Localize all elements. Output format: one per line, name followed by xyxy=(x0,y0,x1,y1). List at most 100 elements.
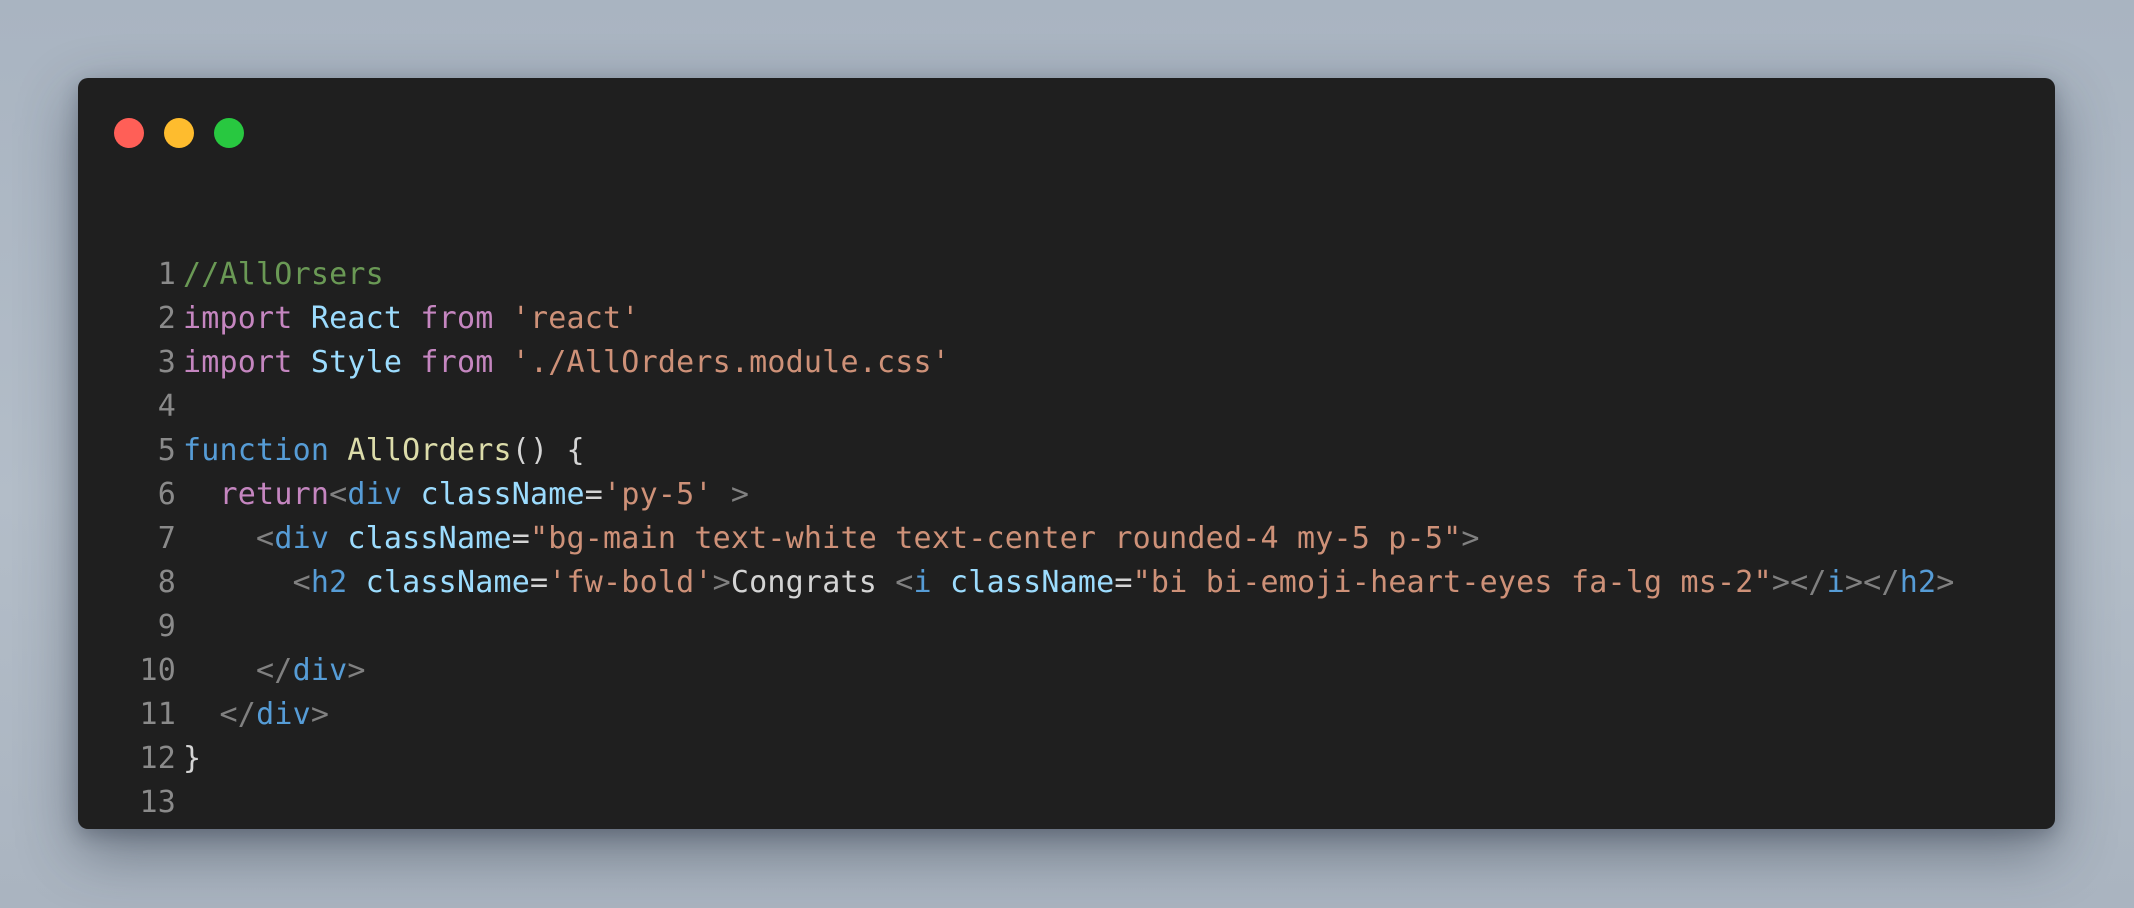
close-circle-icon[interactable] xyxy=(114,118,144,148)
code-line: 8 <h2 className='fw-bold'>Congrats <i cl… xyxy=(78,561,2055,605)
code-line: 1//AllOrsers xyxy=(78,253,2055,297)
line-number: 6 xyxy=(157,477,176,512)
code-token: from xyxy=(420,301,494,336)
code-token: './AllOrders.module.css' xyxy=(511,345,951,380)
code-token: h2 xyxy=(310,565,348,600)
code-token: () xyxy=(511,433,549,468)
code-token: </ xyxy=(256,653,293,688)
line-number: 12 xyxy=(139,741,176,776)
code-token: = xyxy=(511,521,530,556)
code-token: = xyxy=(1114,565,1133,600)
line-number: 9 xyxy=(157,609,176,644)
code-line: 11 </div> xyxy=(78,693,2055,737)
code-token: 'fw-bold' xyxy=(548,565,713,600)
code-token: > xyxy=(712,565,731,600)
code-token: "bi bi-emoji-heart-eyes fa-lg ms-2" xyxy=(1132,565,1772,600)
line-content: </div> xyxy=(183,693,329,737)
line-content: import React from 'react' xyxy=(183,297,640,341)
code-token: className xyxy=(365,565,530,600)
code-token: div xyxy=(274,521,330,556)
code-token: import xyxy=(183,301,293,336)
code-token: AllOrders xyxy=(347,433,512,468)
code-line: 12} xyxy=(78,737,2055,781)
window-controls xyxy=(114,118,244,148)
code-token: = xyxy=(584,477,604,512)
line-number: 8 xyxy=(157,565,176,600)
code-token: Congrats xyxy=(730,565,896,600)
code-line: 7 <div className="bg-main text-white tex… xyxy=(78,517,2055,561)
code-token: > xyxy=(347,653,366,688)
code-token: i xyxy=(1826,565,1845,600)
zoom-circle-icon[interactable] xyxy=(214,118,244,148)
line-number: 5 xyxy=(157,433,176,468)
code-token: //AllOrsers xyxy=(183,257,384,292)
code-line: 4 xyxy=(78,385,2055,429)
code-line: 3 import Style from './AllOrders.module.c… xyxy=(78,341,2055,385)
code-token: className xyxy=(950,565,1115,600)
code-token: > xyxy=(310,697,330,732)
code-token: function xyxy=(183,433,330,468)
code-line: 10 </div> xyxy=(78,649,2055,693)
line-content: <div className="bg-main text-white text-… xyxy=(183,517,1480,561)
code-editor: 1//AllOrsers 2 import React from 'react' 3 i… xyxy=(78,253,2055,829)
code-token: ></ xyxy=(1844,565,1900,600)
code-token: > xyxy=(730,477,750,512)
code-token: } xyxy=(183,741,202,776)
code-token: 'py-5' xyxy=(603,477,713,512)
code-token: = xyxy=(530,565,549,600)
code-token: 'react' xyxy=(511,301,640,336)
line-content: <h2 className='fw-bold'>Congrats <i clas… xyxy=(183,561,1955,605)
code-token: import xyxy=(183,345,293,380)
code-token: > xyxy=(1461,521,1480,556)
code-token: div xyxy=(347,477,403,512)
code-line: 2 import React from 'react' xyxy=(78,297,2055,341)
code-token: className xyxy=(420,477,585,512)
code-token: ></ xyxy=(1771,565,1827,600)
code-token: < xyxy=(292,565,311,600)
line-content: export default AllOrders xyxy=(183,825,621,829)
code-token: return xyxy=(219,477,330,512)
code-token: "bg-main text-white text-center rounded-… xyxy=(530,521,1462,556)
code-token: React xyxy=(310,301,403,336)
code-token: < xyxy=(895,565,914,600)
code-window: 1//AllOrsers 2 import React from 'react' 3 i… xyxy=(78,78,2055,829)
line-number: 3 xyxy=(157,345,176,380)
line-number: 14 xyxy=(106,825,176,829)
code-line: 6 return<div className='py-5' > xyxy=(78,473,2055,517)
code-token: > xyxy=(1936,565,1955,600)
code-token: Style xyxy=(310,345,403,380)
line-number: 7 xyxy=(157,521,176,556)
minimize-circle-icon[interactable] xyxy=(164,118,194,148)
line-content: function AllOrders() { xyxy=(183,429,585,473)
line-content: return<div className='py-5' > xyxy=(183,473,749,517)
code-token: </ xyxy=(219,697,257,732)
code-token: div xyxy=(292,653,348,688)
code-token: < xyxy=(329,477,348,512)
code-token: div xyxy=(256,697,311,732)
line-number: 13 xyxy=(139,785,176,820)
line-content: //AllOrsers xyxy=(183,253,384,297)
line-number: 10 xyxy=(139,653,176,688)
code-line: 14 export default AllOrders xyxy=(78,825,2055,829)
line-content: import Style from './AllOrders.module.cs… xyxy=(183,341,950,385)
code-line: 9 xyxy=(78,605,2055,649)
code-token: from xyxy=(420,345,494,380)
line-content: </div> xyxy=(183,649,366,693)
